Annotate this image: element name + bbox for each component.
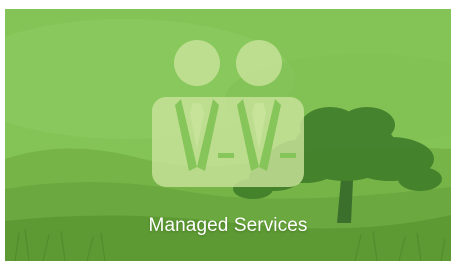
service-card[interactable]: Managed Services bbox=[5, 9, 451, 261]
card-title: Managed Services bbox=[148, 215, 308, 236]
